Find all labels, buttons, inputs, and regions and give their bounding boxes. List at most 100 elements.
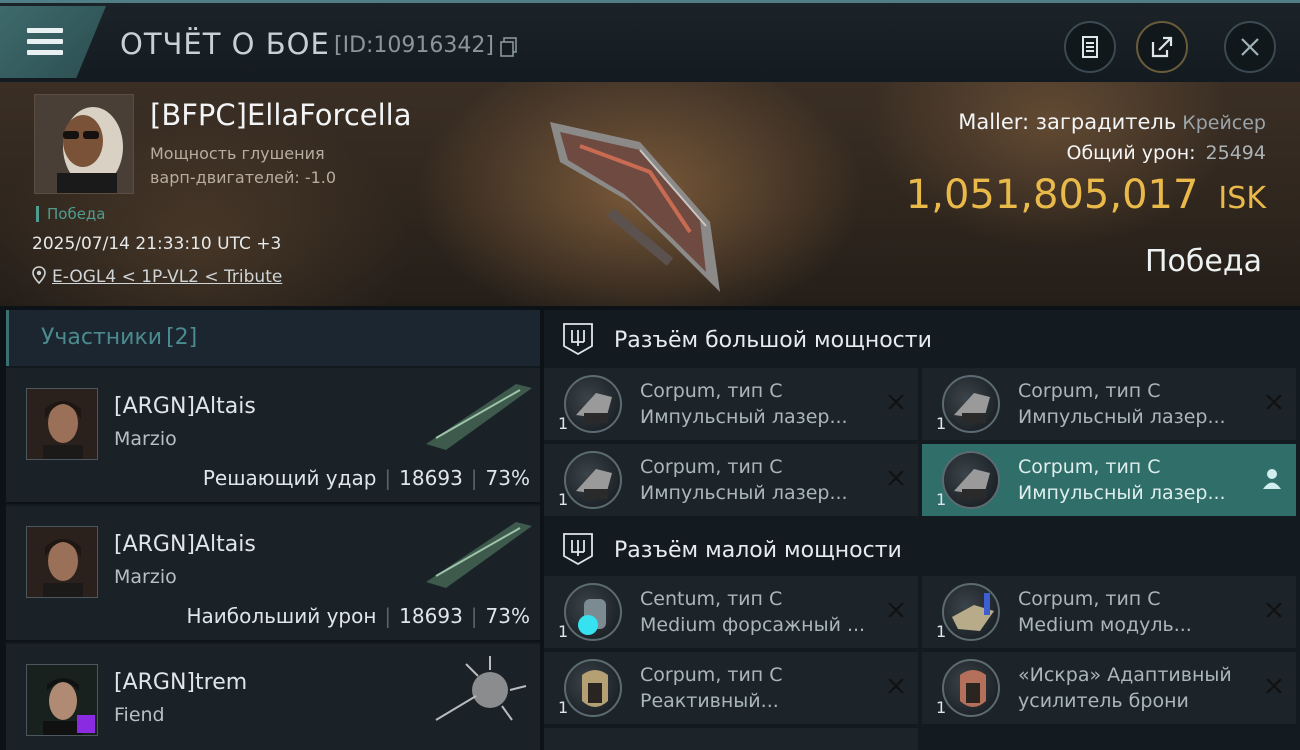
module-slot[interactable]: 1 «Искра» Адаптивный усилитель брони [922,652,1296,724]
module-line1: «Искра» Адаптивный [1018,664,1232,686]
stat-line-2: варп-двигателей: -1.0 [150,168,337,187]
participant-damage: 18693 [399,466,463,490]
module-line2: Medium модуль... [1018,614,1192,636]
ship-name: Maller: заградитель [958,110,1177,134]
module-slot[interactable]: 1 Corpum, тип C Импульсный лазер... [544,368,918,440]
high-slot-header: Разъём большой мощности [544,310,1300,366]
module-icon [942,583,1000,641]
close-icon[interactable] [1264,600,1284,620]
fitting-panel: Разъём большой мощности 1 Corpum, тип C … [544,310,1300,750]
module-slot[interactable]: 1 Centum, тип C Medium форсажный ... [544,576,918,648]
participant-percent: 73% [485,604,530,628]
participant-stats: Решающий удар | 18693 | 73% [202,466,530,490]
kill-datetime: 2025/07/14 21:33:10 UTC +3 [32,234,282,254]
participants-panel: Участники [2] [ARGN]Altais Marzio Решающи… [6,310,540,750]
participant-name: [ARGN]trem [114,670,248,695]
participant-name: [ARGN]Altais [114,532,256,557]
low-slot-header: Разъём малой мощности [544,520,1300,576]
participant-avatar [26,526,98,598]
module-line2: Импульсный лазер... [640,482,848,504]
close-icon [1241,38,1259,56]
damage-label: Общий урон: [1066,142,1196,164]
participant-avatar [26,388,98,460]
header-bar: ОТЧЁТ О БОЕ [ID:10916342] [0,0,1300,82]
participant-name: [ARGN]Altais [114,394,256,419]
module-slot-selected[interactable]: 1 Corpum, тип C Импульсный лазер... [922,444,1296,516]
high-slot-icon [563,323,593,356]
module-line2: Импульсный лазер... [1018,406,1226,428]
location-pin-icon [32,266,46,285]
module-slot[interactable]: 1 Corpum, тип C Импульсный лазер... [922,368,1296,440]
close-icon[interactable] [886,676,906,696]
module-slot[interactable]: 1 Corpum, тип C Импульсный лазер... [544,444,918,516]
ship-class: Крейсер [1182,112,1266,134]
damage-value: 25494 [1205,142,1266,164]
module-line2: Импульсный лазер... [1018,482,1226,504]
module-slot-partial[interactable] [544,728,918,750]
module-qty: 1 [936,622,947,641]
menu-button[interactable] [0,6,106,78]
victim-stat: Мощность глушения варп-двигателей: -1.0 [150,142,370,190]
close-icon[interactable] [886,468,906,488]
victim-name[interactable]: [BFPC]EllaForcella [150,98,412,132]
participant-role: Наибольший урон [186,604,377,628]
module-line1: Corpum, тип C [640,380,783,402]
pulse-laser-icon [942,375,1000,433]
page-title: ОТЧЁТ О БОЕ [120,27,330,61]
module-qty: 1 [558,490,569,509]
module-line1: Corpum, тип C [1018,588,1161,610]
module-line2: усилитель брони [1018,690,1189,712]
victim-ship-line: Maller: заградитель Крейсер [958,110,1266,134]
participants-title: Участники [41,325,163,350]
share-icon [1151,36,1173,58]
report-id: [ID:10916342] [334,33,494,58]
participant-damage: 18693 [399,604,463,628]
participant-row[interactable]: [ARGN]Altais Marzio Наибольший урон | 1869… [6,506,540,642]
close-icon[interactable] [886,392,906,412]
result-tag: Победа [36,206,106,222]
module-line2: Импульсный лазер... [640,406,848,428]
module-slot[interactable]: 1 Corpum, тип C Реактивный... [544,652,918,724]
document-icon [1082,36,1098,58]
module-slot-partial [922,728,1296,750]
person-icon[interactable] [1262,468,1282,490]
location-link[interactable]: E-OGL4 < 1P-VL2 < Tribute [32,266,282,287]
participant-ship-image [426,522,532,588]
pulse-laser-icon [942,451,1000,509]
document-button[interactable] [1064,21,1116,73]
module-qty: 1 [936,698,947,717]
menu-icon [27,28,63,61]
close-icon[interactable] [886,600,906,620]
isk-value: 1,051,805,017 [905,172,1199,218]
copy-icon[interactable] [500,37,518,57]
stat-line-1: Мощность глушения [150,144,325,163]
isk-value-line: 1,051,805,017 ISK [906,172,1266,218]
module-qty: 1 [936,414,947,433]
participant-row[interactable]: [ARGN]Altais Marzio Решающий удар | 18693 |… [6,368,540,504]
victim-portrait[interactable] [34,94,134,194]
participant-percent: 73% [485,466,530,490]
module-line1: Corpum, тип C [640,456,783,478]
module-qty: 1 [558,622,569,641]
module-line2: Medium форсажный ... [640,614,866,636]
pulse-laser-icon [564,375,622,433]
victim-ship-image[interactable] [520,102,760,302]
close-button[interactable] [1224,21,1276,73]
close-icon[interactable] [1264,676,1284,696]
participant-avatar [26,664,98,736]
participant-row[interactable]: [ARGN]trem Fiend [6,644,540,750]
total-damage: Общий урон: 25494 [1066,142,1266,164]
participant-ship: Fiend [114,704,165,726]
close-icon[interactable] [1264,392,1284,412]
module-slot[interactable]: 1 Corpum, тип C Medium модуль... [922,576,1296,648]
module-qty: 1 [558,414,569,433]
participant-ship-image [435,656,527,721]
share-button[interactable] [1136,21,1188,73]
pulse-laser-icon [564,451,622,509]
outcome-label: Победа [1145,244,1262,279]
participant-ship: Marzio [114,566,177,588]
module-line2: Реактивный... [640,690,779,712]
high-slot-title: Разъём большой мощности [614,328,932,353]
isk-unit: ISK [1218,181,1266,216]
participant-stats: Наибольший урон | 18693 | 73% [186,604,530,628]
